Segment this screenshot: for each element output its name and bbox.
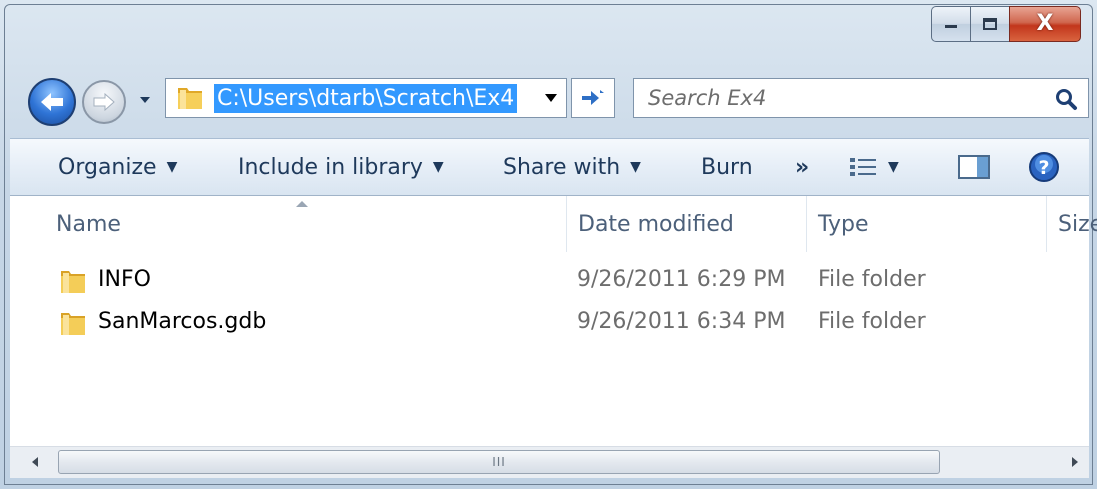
arrow-right-icon (93, 92, 115, 112)
close-icon: X (1036, 11, 1054, 36)
address-bar[interactable]: C:\Users\dtarb\Scratch\Ex4 (165, 78, 567, 118)
chevron-down-icon[interactable] (544, 93, 558, 103)
help-icon: ? (1029, 152, 1059, 182)
folder-icon (178, 88, 202, 109)
column-size-label: Size (1058, 211, 1097, 237)
include-in-library-button[interactable]: Include in library ▼ (238, 139, 444, 195)
search-icon[interactable] (1054, 87, 1078, 111)
scroll-left-button[interactable] (24, 451, 46, 473)
column-header-size[interactable]: Size (1058, 196, 1097, 252)
preview-pane-icon (958, 155, 990, 179)
chevron-down-icon: ▼ (432, 159, 444, 175)
column-separator[interactable] (806, 196, 807, 252)
burn-button[interactable]: Burn (701, 139, 753, 195)
column-date-label: Date modified (578, 211, 734, 237)
file-name: INFO (98, 267, 151, 292)
column-type-label: Type (818, 211, 869, 237)
scrollbar-grip-icon: III (492, 455, 506, 469)
change-view-button[interactable]: ▼ (848, 139, 899, 195)
column-header-date-modified[interactable]: Date modified (578, 196, 734, 252)
column-header-name[interactable]: Name (56, 196, 121, 252)
file-list: Name Date modified Type Size INFO 9/26/2… (10, 196, 1097, 446)
organize-label: Organize (58, 154, 157, 180)
command-bar: Organize ▼ Include in library ▼ Share with… (10, 138, 1089, 196)
svg-text:?: ? (1038, 157, 1049, 179)
minimize-icon (945, 25, 957, 28)
include-in-library-label: Include in library (238, 154, 423, 180)
forward-button[interactable] (82, 80, 126, 124)
recent-pages-button[interactable] (137, 92, 153, 108)
chevron-down-icon (140, 97, 150, 103)
caption-buttons: X (931, 6, 1081, 42)
refresh-button[interactable] (571, 78, 615, 118)
arrow-left-icon (41, 93, 63, 111)
list-item[interactable]: INFO 9/26/2011 6:29 PM File folder (10, 260, 1089, 302)
file-date: 9/26/2011 6:29 PM (577, 267, 786, 292)
burn-label: Burn (701, 154, 753, 180)
maximize-icon (983, 18, 997, 30)
chevron-down-icon: ▼ (888, 159, 899, 175)
details-view-icon (850, 158, 876, 176)
folder-icon (61, 271, 85, 293)
explorer-window: X C:\Users\dtarb\Scratch\Ex4 Search Ex4 … (0, 0, 1097, 489)
share-with-button[interactable]: Share with ▼ (503, 139, 641, 195)
file-date: 9/26/2011 6:34 PM (577, 309, 786, 334)
share-with-label: Share with (503, 154, 621, 180)
more-commands-icon: » (795, 154, 810, 180)
column-separator[interactable] (1046, 196, 1047, 252)
column-name-label: Name (56, 211, 121, 237)
scroll-right-button[interactable] (1064, 451, 1086, 473)
file-type: File folder (818, 309, 926, 334)
more-commands-button[interactable]: » (795, 139, 809, 195)
maximize-button[interactable] (970, 6, 1009, 42)
help-button[interactable]: ? (1028, 139, 1060, 195)
file-name: SanMarcos.gdb (98, 309, 267, 334)
organize-button[interactable]: Organize ▼ (58, 139, 177, 195)
search-input[interactable] (648, 79, 1028, 117)
sort-ascending-icon (296, 201, 308, 207)
minimize-button[interactable] (931, 6, 970, 42)
preview-pane-button[interactable] (958, 139, 990, 195)
horizontal-scrollbar[interactable]: III (10, 446, 1089, 478)
chevron-down-icon: ▼ (630, 159, 641, 175)
scrollbar-thumb[interactable]: III (58, 450, 940, 474)
chevron-down-icon: ▼ (166, 159, 178, 175)
file-type: File folder (818, 267, 926, 292)
back-button[interactable] (28, 78, 76, 126)
address-path[interactable]: C:\Users\dtarb\Scratch\Ex4 (214, 83, 518, 113)
chevron-right-icon (1072, 457, 1078, 467)
chevron-left-icon (32, 457, 38, 467)
list-item[interactable]: SanMarcos.gdb 9/26/2011 6:34 PM File fol… (10, 302, 1089, 344)
search-box[interactable] (633, 78, 1089, 118)
column-header-type[interactable]: Type (818, 196, 869, 252)
close-button[interactable]: X (1009, 6, 1081, 42)
refresh-icon (582, 90, 604, 105)
column-separator[interactable] (566, 196, 567, 252)
folder-icon (61, 313, 85, 335)
